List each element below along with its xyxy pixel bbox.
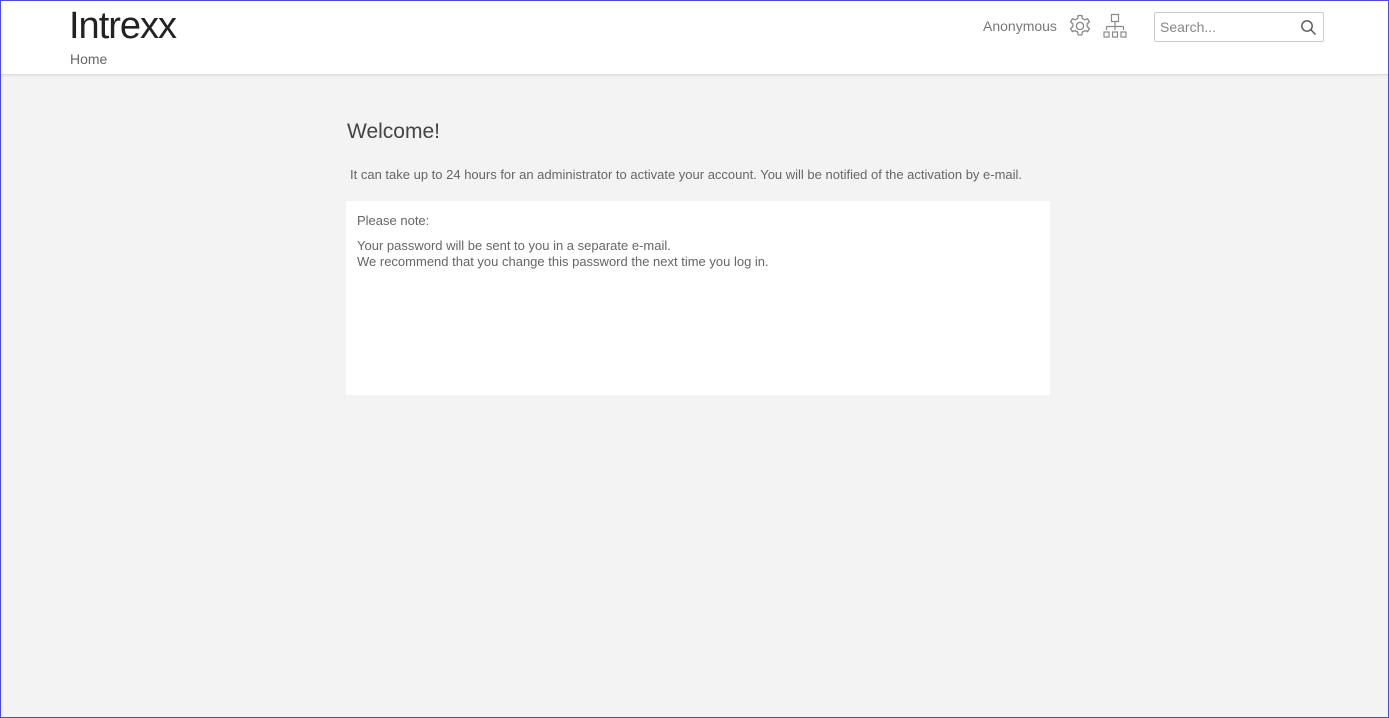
note-line: We recommend that you change this passwo… xyxy=(357,254,769,269)
note-heading: Please note: xyxy=(357,213,430,228)
user-name[interactable]: Anonymous xyxy=(983,18,1057,34)
search-box xyxy=(1154,12,1324,42)
brand-logo[interactable]: Intrexx xyxy=(69,7,177,45)
note-panel: Please note: Your password will be sent … xyxy=(346,201,1050,395)
top-header: Intrexx Home Anonymous xyxy=(0,0,1389,75)
sitemap-icon[interactable] xyxy=(1102,13,1128,39)
note-line: Your password will be sent to you in a s… xyxy=(357,238,671,253)
breadcrumb-home[interactable]: Home xyxy=(70,51,107,67)
gear-icon[interactable] xyxy=(1067,13,1093,39)
search-input[interactable] xyxy=(1155,13,1295,41)
activation-info-text: It can take up to 24 hours for an admini… xyxy=(350,167,1023,182)
search-icon[interactable] xyxy=(1300,19,1317,36)
page-title: Welcome! xyxy=(347,120,440,143)
